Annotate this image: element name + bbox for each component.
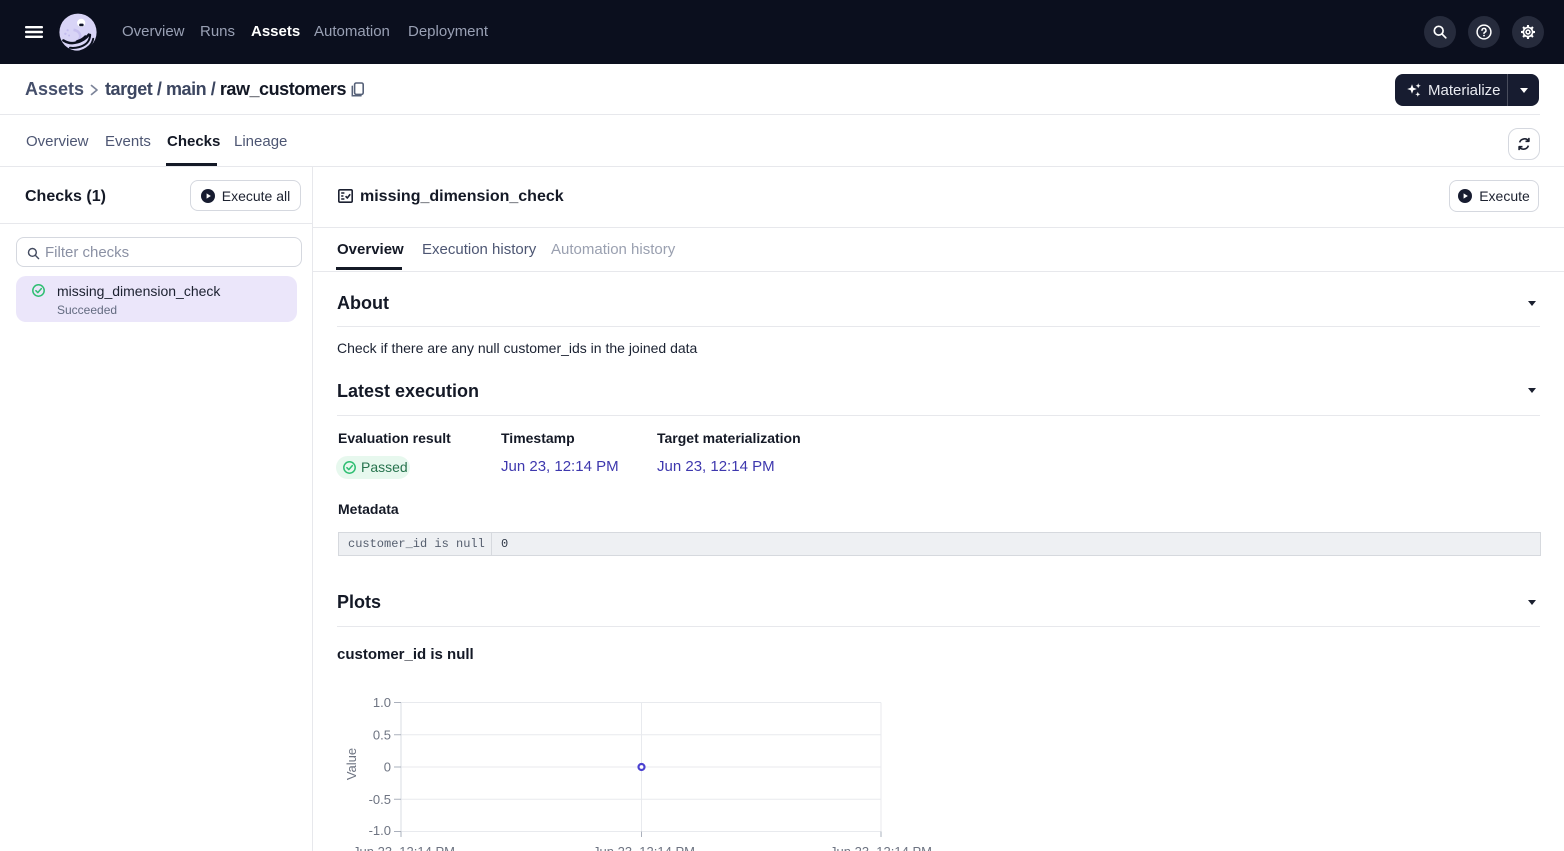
svg-text:0.5: 0.5 [373, 727, 391, 742]
svg-text:-0.5: -0.5 [369, 792, 391, 807]
svg-text:Jun 23, 12:14 PM: Jun 23, 12:14 PM [830, 844, 932, 851]
svg-text:-1.0: -1.0 [369, 823, 391, 838]
svg-text:1.0: 1.0 [373, 695, 391, 710]
svg-text:0: 0 [384, 760, 391, 775]
svg-text:Jun 23, 12:14 PM: Jun 23, 12:14 PM [593, 844, 695, 851]
svg-text:Value: Value [344, 748, 359, 780]
svg-text:Jun 23, 12:14 PM: Jun 23, 12:14 PM [353, 844, 455, 851]
